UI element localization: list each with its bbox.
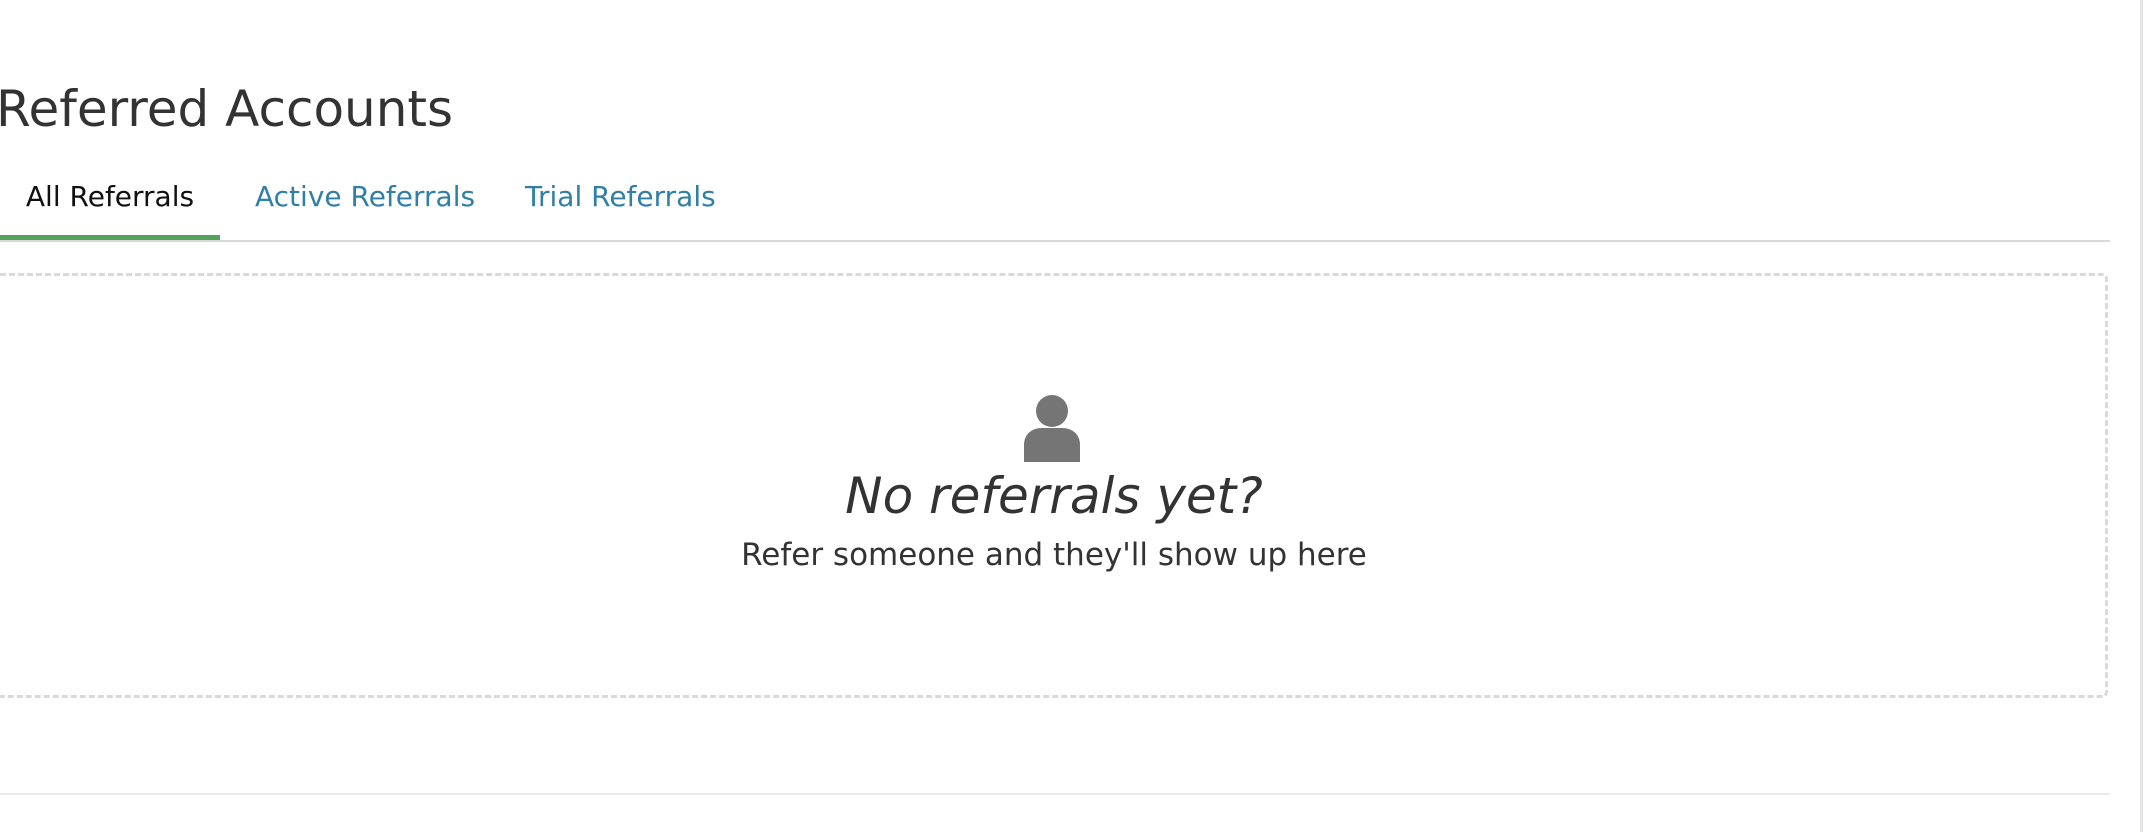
tab-active-referrals[interactable]: Active Referrals	[255, 160, 475, 240]
referral-tabs: All Referrals Active Referrals Trial Ref…	[0, 160, 2110, 242]
tab-trial-referrals[interactable]: Trial Referrals	[525, 160, 716, 240]
section-divider	[0, 793, 2110, 795]
page-title: Referred Accounts	[0, 80, 454, 138]
empty-state-heading: No referrals yet?	[845, 467, 1263, 525]
page: Referred Accounts All Referrals Active R…	[0, 0, 2148, 832]
person-icon	[1024, 395, 1080, 462]
tab-all-referrals[interactable]: All Referrals	[0, 160, 220, 240]
right-edge-divider	[2140, 0, 2143, 832]
empty-state-message: Refer someone and they'll show up here	[741, 537, 1367, 573]
